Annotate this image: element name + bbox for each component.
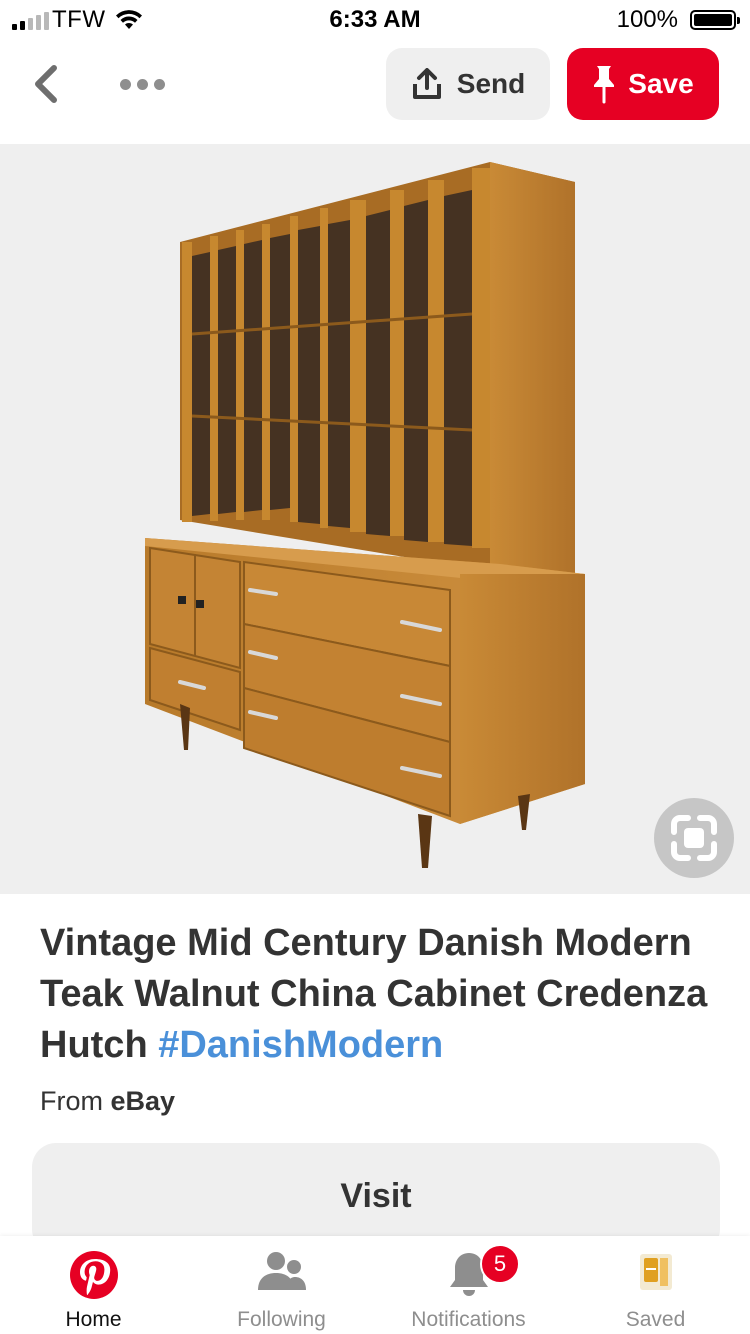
back-button[interactable] [20,58,72,110]
pin-source: From eBay [40,1086,175,1117]
source-prefix: From [40,1086,103,1116]
save-label: Save [628,68,694,99]
battery-percentage: 100% [616,6,678,33]
source-name-link[interactable]: eBay [111,1086,176,1116]
visual-search-icon [671,815,717,861]
tab-notifications-label: Notifications [411,1308,526,1331]
tab-home-label: Home [65,1308,122,1331]
more-options-button[interactable] [110,62,174,106]
pinterest-logo-icon [69,1251,118,1299]
saved-thumbnail-icon [639,1254,672,1290]
tab-following[interactable]: Following [188,1236,375,1334]
more-dot-icon [119,78,131,90]
more-dot-icon [136,78,148,90]
pin-icon [594,66,615,104]
pin-title: Vintage Mid Century Danish Modern Teak W… [40,918,720,1071]
status-bar: TFW 6:33 AM 100% [0,0,750,40]
tab-home[interactable]: Home [0,1236,187,1334]
tab-notifications[interactable]: Notifications [375,1236,562,1334]
save-button[interactable]: Save [567,48,719,120]
send-button[interactable]: Send [386,48,550,120]
hashtag-link[interactable]: #DanishModern [158,1024,443,1066]
tab-saved-label: Saved [625,1308,686,1331]
visual-search-button[interactable] [654,798,734,878]
pin-image[interactable] [0,144,750,894]
tab-saved[interactable]: Saved [562,1236,749,1334]
notification-count-badge: 5 [480,1244,520,1284]
chevron-left-icon [35,65,57,103]
tab-bar: Home Following Notifications Saved [0,1236,750,1334]
send-label: Send [456,68,526,99]
visit-label: Visit [340,1177,412,1215]
people-icon [257,1252,306,1290]
more-dot-icon [153,78,165,90]
cabinet-illustration [145,162,585,868]
tab-following-label: Following [237,1308,326,1331]
battery-icon [690,10,740,30]
share-upload-icon [412,68,441,99]
